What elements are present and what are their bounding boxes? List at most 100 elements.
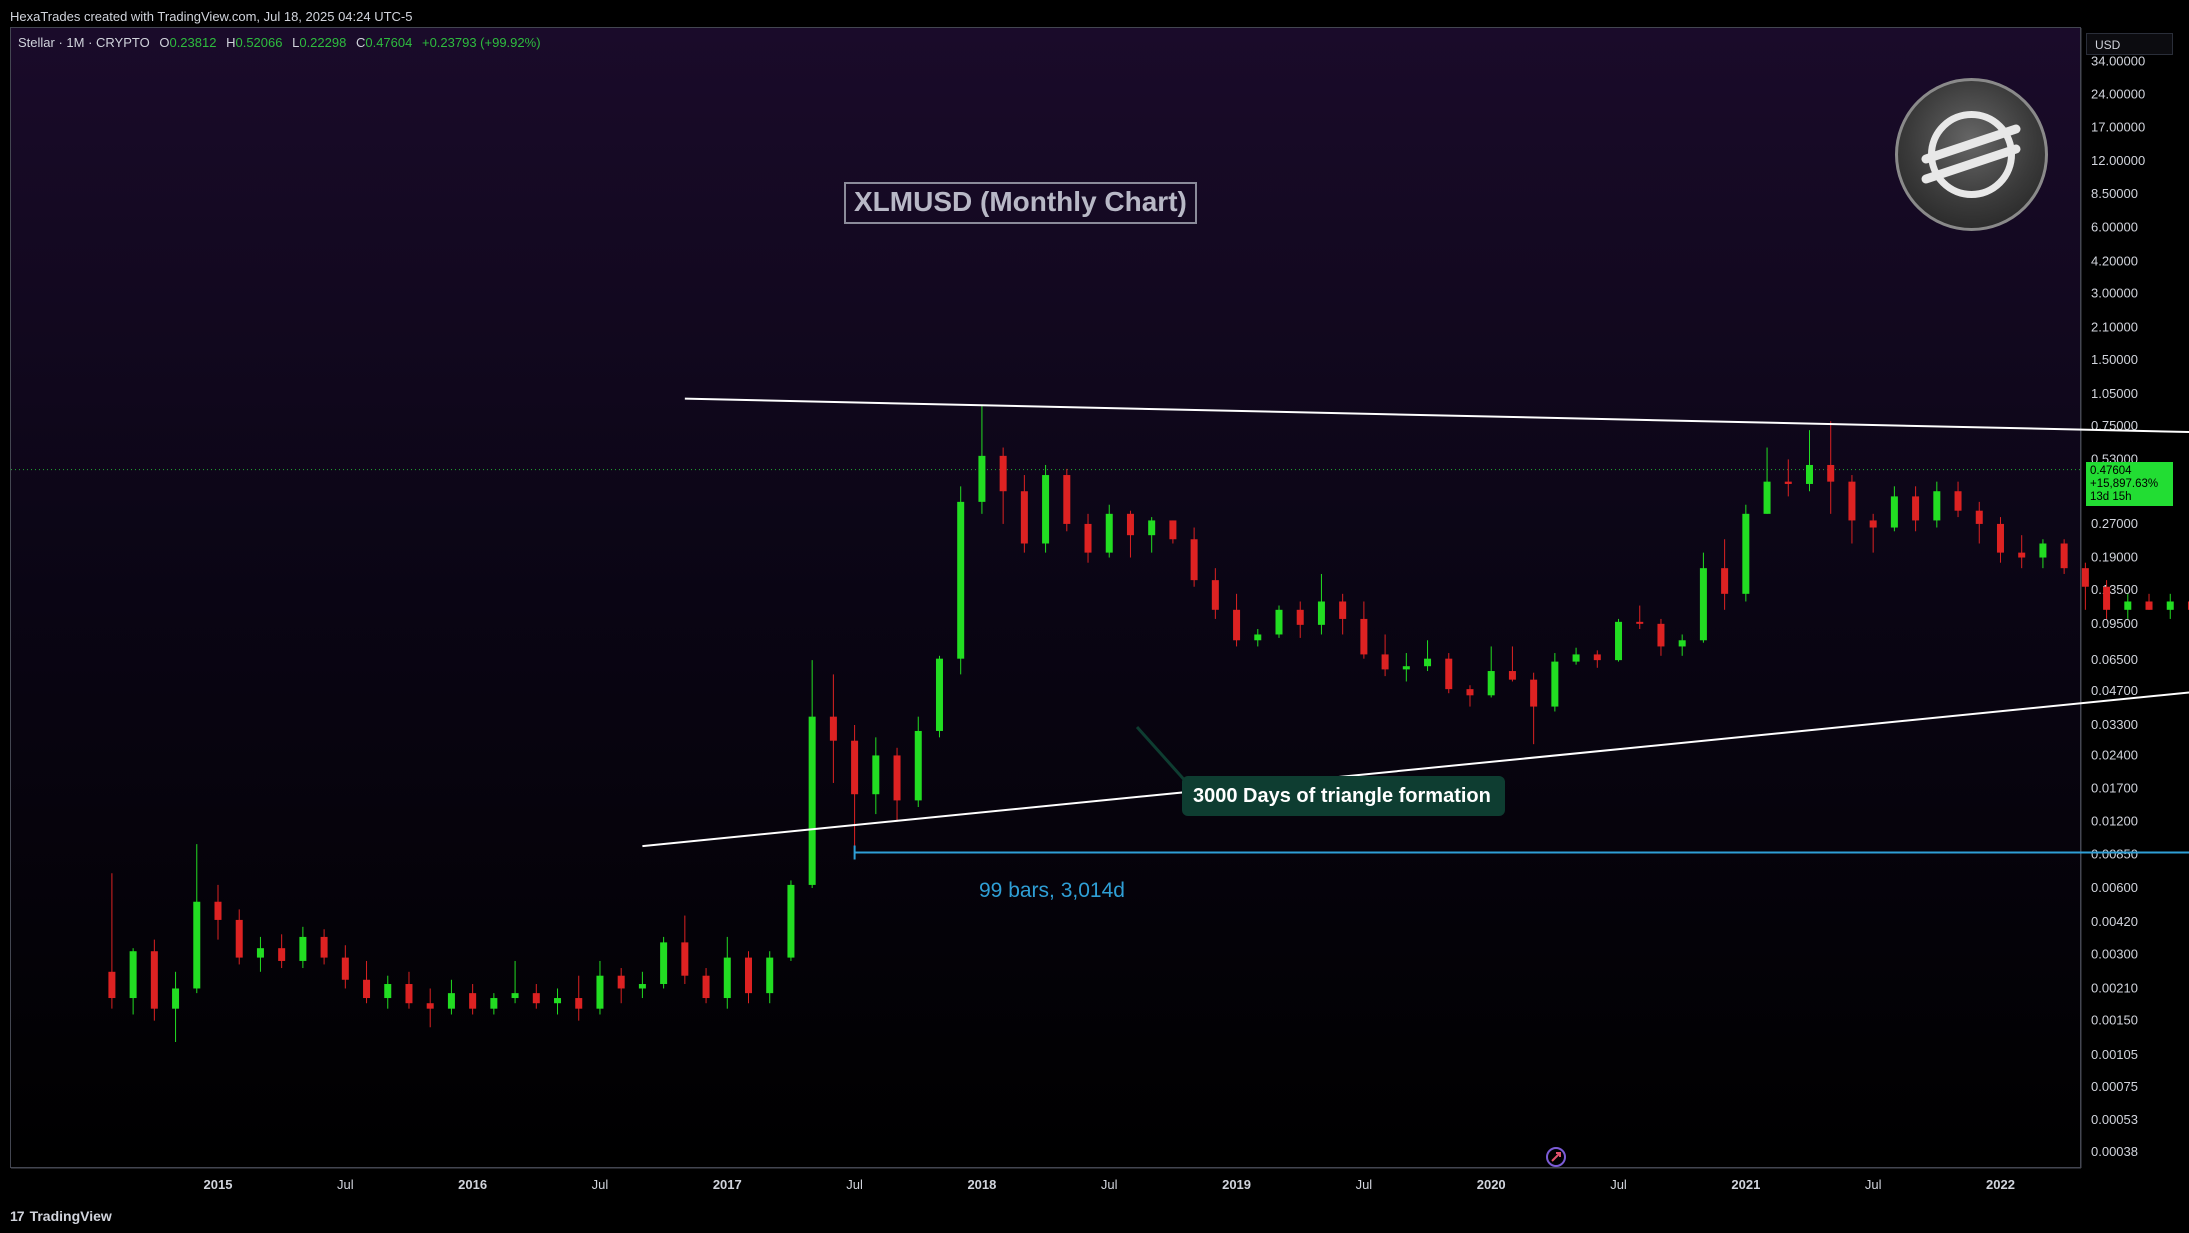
price-tick-label: 1.50000 [2091, 352, 2138, 367]
candle-body [978, 455, 986, 502]
candle-body [1827, 464, 1835, 482]
time-tick-label: 2015 [204, 1177, 233, 1192]
brand-name: TradingView [29, 1208, 112, 1224]
price-tick-label: 0.00053 [2091, 1112, 2138, 1127]
candle-body [617, 975, 625, 989]
candle-body [1721, 568, 1729, 594]
candle [1445, 653, 1453, 694]
price-tick-label: 0.00105 [2091, 1047, 2138, 1062]
open-value: 0.23812 [169, 35, 217, 50]
candle-body [851, 740, 859, 795]
candle [1063, 468, 1071, 532]
price-axis-ticks: 34.0000024.0000017.0000012.000008.500006… [2091, 53, 2145, 1159]
price-tick-label: 0.00300 [2091, 946, 2138, 961]
candle-body [1572, 654, 1580, 662]
candle-body [766, 957, 774, 994]
candle-body [511, 993, 519, 999]
candle-body [1530, 679, 1538, 707]
candle-body [787, 884, 795, 958]
last-price-change: +15,897.63% [2090, 478, 2159, 490]
candle-body [1954, 491, 1962, 511]
candle [1551, 653, 1559, 712]
time-tick-label: 2019 [1222, 1177, 1251, 1192]
close-label: C [355, 35, 366, 50]
last-price-badge: 0.47604 +15,897.63% 13d 15h [2086, 462, 2173, 506]
candle-body [1020, 491, 1028, 544]
price-tick-label: 0.00850 [2091, 847, 2138, 862]
candle-body [660, 942, 668, 985]
candle-body [278, 948, 286, 961]
price-tick-label: 0.00420 [2091, 914, 2138, 929]
candle-body [999, 455, 1007, 492]
candle-body [1487, 671, 1495, 696]
candle-body [1890, 496, 1898, 528]
candle-body [426, 1003, 434, 1009]
price-tick-label: 0.00075 [2091, 1079, 2138, 1094]
candle-body [957, 501, 965, 659]
time-tick-label: Jul [592, 1177, 609, 1192]
candle-body [256, 948, 264, 958]
candle-body [1912, 496, 1920, 521]
candle-body [2018, 552, 2026, 558]
candle [150, 939, 158, 1021]
candle-body [1402, 666, 1410, 670]
time-tick-label: 2017 [713, 1177, 742, 1192]
candle-body [1360, 618, 1368, 655]
time-tick-label: Jul [337, 1177, 354, 1192]
candle-body [129, 951, 137, 999]
candle [787, 880, 795, 961]
candle [2145, 593, 2153, 610]
candle-body [808, 716, 816, 885]
candle-body [1042, 475, 1050, 544]
price-tick-label: 17.00000 [2091, 120, 2145, 135]
candle-body [1615, 621, 1623, 661]
candle-body [638, 984, 646, 989]
close-value: 0.47604 [365, 35, 413, 50]
candle-body [1763, 481, 1771, 514]
candle [2166, 593, 2174, 619]
candle-body [1063, 475, 1071, 524]
stellar-logo-icon [1895, 78, 2048, 231]
candle-body [2039, 543, 2047, 558]
tradingview-brand[interactable]: 17 TradingView [10, 1208, 112, 1224]
candle-body [1848, 481, 1856, 521]
price-tick-label: 0.00210 [2091, 980, 2138, 995]
time-tick-label: Jul [1356, 1177, 1373, 1192]
chart-title-annotation[interactable]: XLMUSD (Monthly Chart) [844, 182, 1197, 224]
candle-body [1339, 601, 1347, 619]
symbol-name[interactable]: Stellar · 1M · CRYPTO [18, 35, 150, 50]
time-tick-label: Jul [1610, 1177, 1627, 1192]
change-value: +0.23793 (+99.92%) [421, 35, 541, 50]
candle [1275, 605, 1283, 638]
candle-body [1593, 654, 1601, 661]
time-tick-label: 2018 [967, 1177, 996, 1192]
measure-label: 99 bars, 3,014d [979, 879, 1125, 902]
candle-body [1445, 658, 1453, 690]
price-tick-label: 0.19000 [2091, 550, 2138, 565]
candle-body [1657, 623, 1665, 647]
candle-body [1551, 661, 1559, 707]
candle-body [447, 993, 455, 1009]
triangle-note[interactable]: 3000 Days of triangle formation [1182, 776, 1505, 816]
candle-body [1317, 601, 1325, 625]
candle-body [1275, 609, 1283, 635]
low-value: 0.22298 [299, 35, 347, 50]
candle-body [554, 998, 562, 1004]
price-tick-label: 0.00038 [2091, 1144, 2138, 1159]
symbol-legend[interactable]: Stellar · 1M · CRYPTO O0.23812 H0.52066 … [18, 35, 541, 50]
price-tick-label: 0.00150 [2091, 1013, 2138, 1028]
candle-body [299, 936, 307, 961]
time-axis-ticks: 2015 Jul 2016 Jul 2017 Jul 2018 Jul 2019 Jul 2020 J… [204, 1177, 2015, 1192]
currency-button[interactable]: USD [2086, 33, 2173, 55]
price-tick-label: 8.50000 [2091, 186, 2138, 201]
candle-body [235, 919, 243, 958]
high-value: 0.52066 [235, 35, 283, 50]
candle-body [1148, 520, 1156, 536]
candle-body [1296, 609, 1304, 625]
price-tick-label: 1.05000 [2091, 386, 2138, 401]
price-tick-label: 2.10000 [2091, 320, 2138, 335]
candle-body [723, 957, 731, 999]
candle-body [1806, 464, 1813, 484]
candle-body [469, 993, 477, 1009]
candle [1615, 618, 1623, 662]
